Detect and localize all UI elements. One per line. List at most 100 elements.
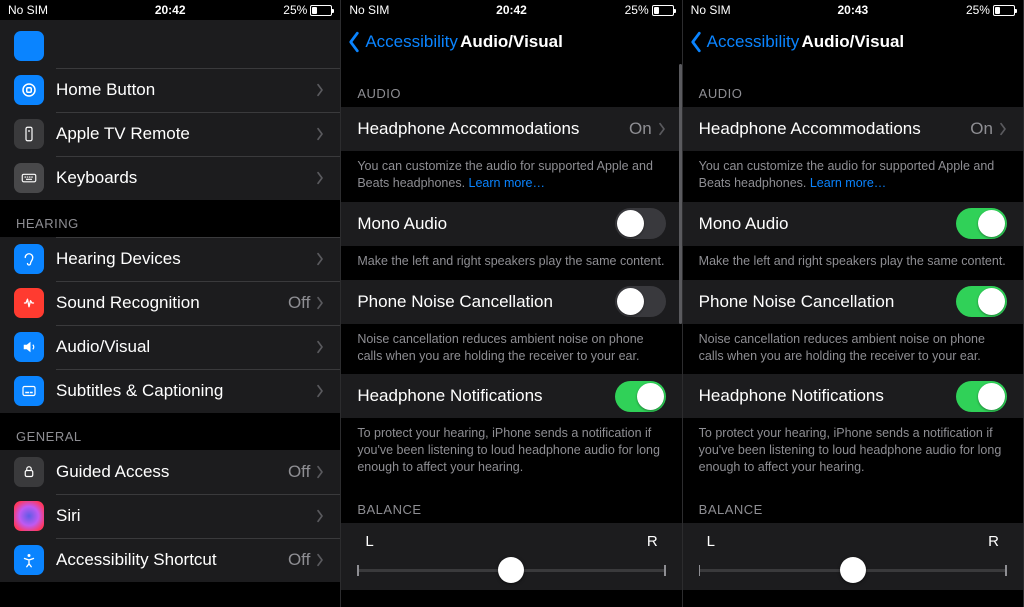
status-carrier: No SIM (691, 3, 799, 17)
row-audio-visual[interactable]: Audio/Visual (0, 325, 340, 369)
status-time: 20:42 (116, 3, 224, 17)
row-label: Sound Recognition (56, 293, 288, 313)
balance-r-label: R (988, 533, 999, 550)
toggle-phone-noise-cancellation[interactable] (615, 286, 666, 317)
toggle-headphone-notifications[interactable] (615, 381, 666, 412)
chevron-right-icon (316, 83, 324, 97)
audio-visual-icon (14, 332, 44, 362)
chevron-right-icon (999, 122, 1007, 136)
hearing-devices-icon (14, 244, 44, 274)
keyboards-icon (14, 163, 44, 193)
footer-note-headphone-accom: You can customize the audio for supporte… (341, 151, 681, 202)
row-headphone-accommodations[interactable]: Headphone Accommodations On (341, 107, 681, 151)
row-label: Mono Audio (357, 214, 614, 234)
footer-note-mono: Make the left and right speakers play th… (683, 246, 1023, 280)
touch-icon (14, 31, 44, 61)
row-home-button[interactable]: Home Button (0, 68, 340, 112)
row-label: Headphone Notifications (699, 386, 956, 406)
section-header-balance: BALANCE (341, 486, 681, 523)
pane-audio-visual-off: No SIM 20:42 25% Accessibility Audio/Vis… (341, 0, 682, 607)
row-phone-noise-cancellation[interactable]: Phone Noise Cancellation (683, 280, 1023, 324)
pane-audio-visual-on: No SIM 20:43 25% Accessibility Audio/Vis… (683, 0, 1024, 607)
chevron-right-icon (316, 465, 324, 479)
status-battery: 25% (907, 3, 1015, 17)
row-value: Off (288, 293, 310, 313)
row-mono-audio[interactable]: Mono Audio (683, 202, 1023, 246)
appletv-remote-icon (14, 119, 44, 149)
balance-r-label: R (647, 533, 658, 550)
row-headphone-notifications[interactable]: Headphone Notifications (683, 374, 1023, 418)
row-label: Mono Audio (699, 214, 956, 234)
row-mono-audio[interactable]: Mono Audio (341, 202, 681, 246)
footer-note-headphone-accom: You can customize the audio for supporte… (683, 151, 1023, 202)
nav-bar: Accessibility Audio/Visual (341, 20, 681, 64)
battery-icon (993, 5, 1015, 16)
balance-slider[interactable] (357, 556, 665, 584)
chevron-right-icon (316, 127, 324, 141)
row-apple-tv-remote[interactable]: Apple TV Remote (0, 112, 340, 156)
chevron-right-icon (316, 252, 324, 266)
learn-more-link[interactable]: Learn more… (810, 176, 886, 190)
footer-note-pnc: Noise cancellation reduces ambient noise… (341, 324, 681, 375)
row-hearing-devices[interactable]: Hearing Devices (0, 237, 340, 281)
row-headphone-notifications[interactable]: Headphone Notifications (341, 374, 681, 418)
status-battery: 25% (224, 3, 332, 17)
chevron-right-icon (316, 553, 324, 567)
siri-icon (14, 501, 44, 531)
row-label: Accessibility Shortcut (56, 550, 288, 570)
scroll-indicator[interactable] (679, 64, 682, 324)
footer-note-hnotif: To protect your hearing, iPhone sends a … (341, 418, 681, 486)
row-value: Off (288, 462, 310, 482)
row-label: Hearing Devices (56, 249, 316, 269)
row-label: Headphone Notifications (357, 386, 614, 406)
footer-note-hnotif: To protect your hearing, iPhone sends a … (683, 418, 1023, 486)
row-guided-access[interactable]: Guided Access Off (0, 450, 340, 494)
back-button[interactable]: Accessibility (341, 31, 458, 53)
row-value: On (629, 119, 652, 139)
toggle-phone-noise-cancellation[interactable] (956, 286, 1007, 317)
toggle-headphone-notifications[interactable] (956, 381, 1007, 412)
chevron-left-icon (347, 31, 361, 53)
row-label: Home Button (56, 80, 316, 100)
row-value: On (970, 119, 993, 139)
balance-l-label: L (365, 533, 373, 550)
battery-icon (310, 5, 332, 16)
footer-note-mono: Make the left and right speakers play th… (341, 246, 681, 280)
status-time: 20:42 (457, 3, 565, 17)
row-sound-recognition[interactable]: Sound Recognition Off (0, 281, 340, 325)
row-siri[interactable]: Siri (0, 494, 340, 538)
status-bar: No SIM 20:43 25% (683, 0, 1023, 20)
section-header-audio: AUDIO (341, 64, 681, 107)
status-carrier: No SIM (349, 3, 457, 17)
learn-more-link[interactable]: Learn more… (469, 176, 545, 190)
section-header-balance: BALANCE (683, 486, 1023, 523)
chevron-right-icon (316, 296, 324, 310)
row-balance: L R (341, 523, 681, 590)
chevron-right-icon (316, 509, 324, 523)
row-subtitles-captioning[interactable]: Subtitles & Captioning (0, 369, 340, 413)
status-bar: No SIM 20:42 25% (0, 0, 340, 20)
row-accessibility-shortcut[interactable]: Accessibility Shortcut Off (0, 538, 340, 582)
pane-accessibility: No SIM 20:42 25% Settings Accessibility … (0, 0, 341, 607)
balance-l-label: L (707, 533, 715, 550)
footer-note-pnc: Noise cancellation reduces ambient noise… (683, 324, 1023, 375)
chevron-right-icon (316, 384, 324, 398)
back-button[interactable]: Accessibility (683, 31, 800, 53)
home-button-icon (14, 75, 44, 105)
row-keyboards[interactable]: Keyboards (0, 156, 340, 200)
status-time: 20:43 (799, 3, 907, 17)
section-header-hearing: HEARING (0, 200, 340, 237)
status-battery: 25% (566, 3, 674, 17)
subtitles-icon (14, 376, 44, 406)
row-headphone-accommodations[interactable]: Headphone Accommodations On (683, 107, 1023, 151)
row-phone-noise-cancellation[interactable]: Phone Noise Cancellation (341, 280, 681, 324)
row-label: Headphone Accommodations (699, 119, 971, 139)
accessibility-shortcut-icon (14, 545, 44, 575)
toggle-mono-audio[interactable] (956, 208, 1007, 239)
balance-slider[interactable] (699, 556, 1007, 584)
chevron-left-icon (689, 31, 703, 53)
toggle-mono-audio[interactable] (615, 208, 666, 239)
row-label: Phone Noise Cancellation (357, 292, 614, 312)
row-touch[interactable] (0, 24, 340, 68)
row-label: Subtitles & Captioning (56, 381, 316, 401)
